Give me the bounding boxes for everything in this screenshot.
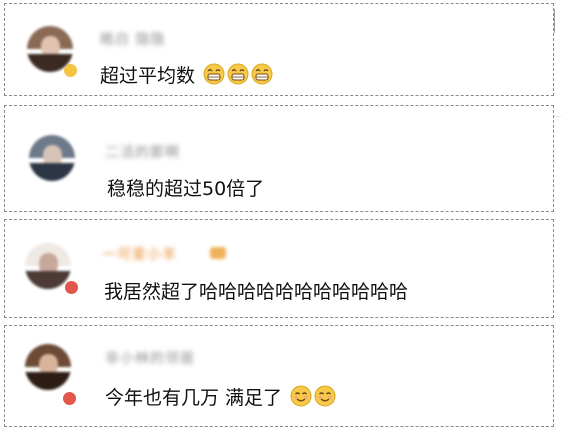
- grin-icon: [203, 63, 225, 85]
- comment-text: 稳稳的超过50倍了: [107, 174, 264, 201]
- comment-card: 一可爱小羊 我居然超了哈哈哈哈哈哈哈哈哈哈哈: [4, 219, 554, 318]
- comment-text-content: 我居然超了哈哈哈哈哈哈哈哈哈哈哈: [104, 281, 409, 303]
- comment-text: 超过平均数: [100, 61, 273, 88]
- smile-icon: [290, 385, 312, 407]
- comment-text-content: 稳稳的超过50倍了: [107, 178, 265, 200]
- avatar[interactable]: [25, 344, 71, 390]
- username[interactable]: 非小林的邻居: [105, 348, 195, 368]
- avatar-body: [29, 162, 75, 181]
- username[interactable]: 一可爱小羊: [102, 244, 177, 264]
- comment-card: 非小林的邻居 今年也有几万 满足了: [4, 325, 554, 427]
- comment-card: 二活的那啊 稳稳的超过50倍了: [4, 105, 554, 212]
- avatar[interactable]: [25, 243, 71, 289]
- comment-text-content: 超过平均数: [100, 65, 196, 87]
- vip-badge-icon: [210, 247, 226, 259]
- comment-card: 皓白 隐隐 超过平均数: [4, 3, 554, 96]
- grin-icon: [251, 63, 273, 85]
- username[interactable]: 二活的那啊: [105, 142, 180, 162]
- comment-text-content: 今年也有几万 满足了: [105, 387, 283, 409]
- avatar[interactable]: [29, 135, 75, 181]
- verified-badge-icon: [64, 64, 77, 77]
- smile-icon: [314, 385, 336, 407]
- grin-icon: [227, 63, 249, 85]
- comment-text: 今年也有几万 满足了: [105, 383, 336, 410]
- avatar-body: [25, 371, 71, 390]
- badge-icon: [65, 281, 78, 294]
- comment-text: 我居然超了哈哈哈哈哈哈哈哈哈哈哈: [104, 277, 408, 304]
- username[interactable]: 皓白 隐隐: [100, 29, 165, 49]
- badge-icon: [63, 392, 76, 405]
